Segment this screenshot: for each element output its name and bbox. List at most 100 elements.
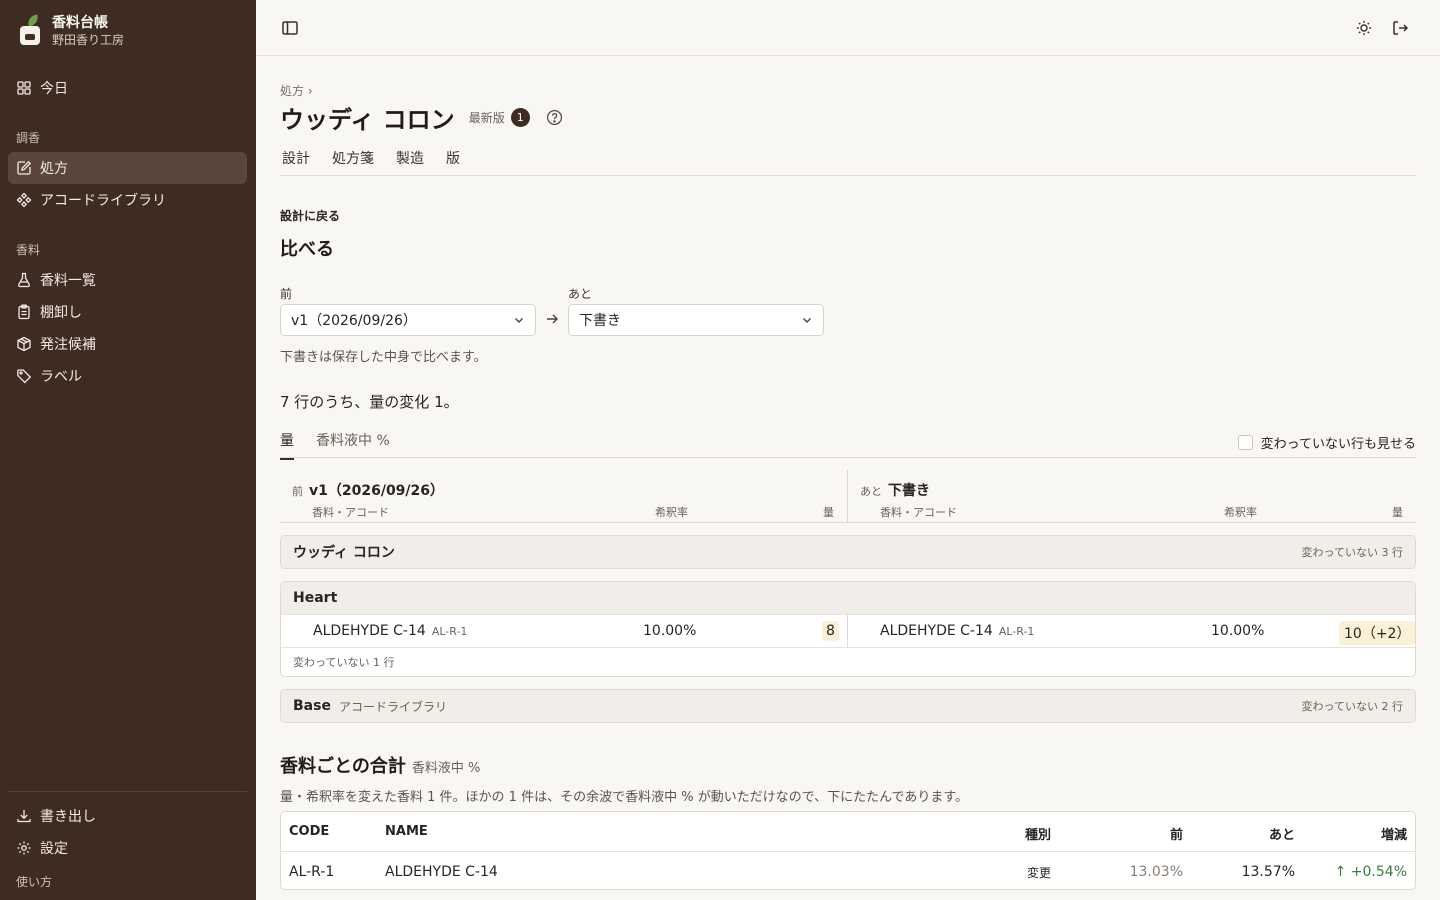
tab-prescription[interactable]: 処方箋 bbox=[330, 148, 376, 168]
before-material: ALDEHYDE C-14 AL-R-1 bbox=[313, 623, 467, 639]
unchanged-count[interactable]: 変わっていない 1 行 bbox=[281, 647, 1415, 676]
header-amount: 量 bbox=[1392, 506, 1403, 519]
before-prefix: 前 bbox=[292, 485, 303, 498]
tag-icon bbox=[17, 369, 32, 384]
subtabs-divider bbox=[280, 457, 1416, 458]
back-to-design-link[interactable]: 設計に戻る bbox=[280, 207, 340, 224]
header-material: 香料・アコード bbox=[880, 506, 957, 519]
sidebar-item-label: 書き出し bbox=[40, 809, 96, 825]
sidebar-item-label: 棚卸し bbox=[40, 305, 82, 321]
material-code: AL-R-1 bbox=[431, 625, 468, 638]
before-label: 前 bbox=[280, 287, 293, 301]
tab-versions[interactable]: 版 bbox=[444, 148, 462, 168]
sidebar-item-labels[interactable]: ラベル bbox=[8, 360, 247, 392]
sidebar-item-label: 香料一覧 bbox=[40, 273, 96, 289]
brand-name: 香料台帳 bbox=[52, 15, 108, 31]
group-root[interactable]: ウッディ コロン 変わっていない 3 行 bbox=[280, 535, 1416, 569]
download-icon bbox=[17, 810, 31, 823]
group-name: Base bbox=[293, 698, 331, 714]
before-version-select[interactable]: v1（2026/09/26） bbox=[280, 304, 536, 336]
header-delta[interactable]: 増減 bbox=[1381, 824, 1407, 843]
sidebar-item-accord-library[interactable]: アコードライブラリ bbox=[8, 184, 247, 216]
change-summary: 7 行のうち、量の変化 1。 bbox=[280, 393, 459, 411]
group-name: ウッディ コロン bbox=[293, 545, 395, 561]
arrow-right-icon bbox=[547, 314, 558, 324]
panel-left-icon[interactable] bbox=[280, 18, 300, 38]
sidebar-item-inventory[interactable]: 棚卸し bbox=[8, 296, 247, 328]
cell-name: ALDEHYDE C-14 bbox=[385, 864, 498, 880]
sidebar-item-label: ラベル bbox=[40, 369, 82, 385]
sidebar-item-today[interactable]: 今日 bbox=[8, 72, 247, 104]
breadcrumb-formulas[interactable]: 処方 bbox=[280, 84, 304, 98]
page-tabs: 設計 処方箋 製造 版 bbox=[280, 148, 462, 168]
subtab-amount[interactable]: 量 bbox=[280, 430, 294, 460]
sidebar-item-formulas[interactable]: 処方 bbox=[8, 152, 247, 184]
flask-icon bbox=[18, 272, 30, 288]
chevron-down-icon bbox=[803, 318, 811, 323]
sidebar-item-order-candidates[interactable]: 発注候補 bbox=[8, 328, 247, 360]
bottle-logo-icon bbox=[18, 14, 42, 46]
cell-delta: ↑ +0.54% bbox=[1334, 864, 1407, 880]
logout-icon[interactable] bbox=[1390, 18, 1410, 38]
after-column-header: あと 下書き 香料・アコード 希釈率 量 bbox=[848, 470, 1416, 522]
sidebar-item-label: 設定 bbox=[40, 841, 68, 857]
cell-after: 13.57% bbox=[1241, 864, 1295, 880]
top-bar bbox=[256, 0, 1440, 56]
after-version-name: 下書き bbox=[888, 483, 930, 499]
header-code[interactable]: CODE bbox=[289, 824, 329, 839]
chevron-down-icon bbox=[515, 318, 523, 323]
tab-design[interactable]: 設計 bbox=[280, 148, 312, 168]
clipboard-icon bbox=[18, 304, 30, 320]
sidebar-item-label: 今日 bbox=[40, 81, 68, 97]
totals-table: CODE NAME 種別 前 あと 増減 AL-R-1 ALDEHYDE C-1… bbox=[280, 811, 1416, 890]
draft-hint: 下書きは保存した中身で比べます。 bbox=[280, 350, 487, 365]
show-unchanged-checkbox[interactable] bbox=[1237, 435, 1253, 450]
subtab-concentration[interactable]: 香料液中 % bbox=[316, 430, 390, 460]
table-row[interactable]: AL-R-1 ALDEHYDE C-14 変更 13.03% 13.57% ↑ … bbox=[281, 852, 1415, 889]
header-name[interactable]: NAME bbox=[385, 824, 428, 839]
sun-icon[interactable] bbox=[1354, 18, 1374, 38]
cell-before: 13.03% bbox=[1129, 864, 1183, 880]
header-material: 香料・アコード bbox=[312, 506, 389, 519]
group-header[interactable]: Base アコードライブラリ 変わっていない 2 行 bbox=[281, 690, 1415, 722]
title-row: ウッディ コロン 最新版 1 bbox=[280, 100, 563, 135]
group-base[interactable]: Base アコードライブラリ 変わっていない 2 行 bbox=[280, 689, 1416, 723]
sidebar-item-settings[interactable]: 設定 bbox=[8, 832, 247, 864]
after-amount: 10（+2） bbox=[1339, 621, 1415, 645]
compare-subtabs: 量 香料液中 % bbox=[280, 430, 390, 460]
show-unchanged-toggle[interactable]: 変わっていない行も見せる bbox=[1237, 433, 1416, 452]
version-label: 最新版 bbox=[468, 111, 505, 125]
sidebar-item-usage[interactable]: 使い方 bbox=[16, 873, 52, 890]
totals-title: 香料ごとの合計 香料液中 % bbox=[280, 752, 480, 778]
diff-row: ALDEHYDE C-14 AL-R-1 10.00% 8 ALDEHYDE C-… bbox=[281, 614, 1415, 648]
group-name: Heart bbox=[293, 590, 338, 606]
unchanged-count: 変わっていない 3 行 bbox=[1301, 546, 1403, 559]
header-kind[interactable]: 種別 bbox=[1025, 824, 1051, 843]
unchanged-count: 変わっていない 2 行 bbox=[1301, 700, 1403, 713]
sidebar-item-materials-list[interactable]: 香料一覧 bbox=[8, 264, 247, 296]
header-dilution: 希釈率 bbox=[655, 506, 688, 519]
header-before[interactable]: 前 bbox=[1170, 824, 1183, 843]
after-dilution: 10.00% bbox=[1211, 623, 1265, 639]
tab-manufacturing[interactable]: 製造 bbox=[394, 148, 426, 168]
material-code: AL-R-1 bbox=[998, 625, 1035, 638]
header-after[interactable]: あと bbox=[1269, 824, 1295, 843]
sidebar-item-export[interactable]: 書き出し bbox=[8, 800, 247, 832]
after-version-value: 下書き bbox=[579, 313, 621, 329]
header-dilution: 希釈率 bbox=[1224, 506, 1257, 519]
help-icon[interactable] bbox=[546, 109, 563, 126]
sidebar-item-label: アコードライブラリ bbox=[40, 193, 166, 209]
after-label: あと bbox=[568, 287, 593, 301]
before-amount: 8 bbox=[822, 621, 839, 641]
tabs-divider bbox=[280, 175, 1416, 176]
group-header[interactable]: ウッディ コロン 変わっていない 3 行 bbox=[281, 536, 1415, 568]
after-material: ALDEHYDE C-14 AL-R-1 bbox=[880, 623, 1034, 639]
group-header[interactable]: Heart bbox=[281, 582, 1415, 614]
gear-icon bbox=[17, 841, 31, 855]
after-version-select[interactable]: 下書き bbox=[568, 304, 824, 336]
brand[interactable]: 香料台帳 野田香り工房 bbox=[18, 14, 124, 48]
breadcrumb[interactable]: 処方 › bbox=[280, 82, 313, 99]
package-icon bbox=[17, 336, 31, 352]
compare-title: 比べる bbox=[280, 239, 334, 260]
column-divider bbox=[847, 615, 848, 648]
